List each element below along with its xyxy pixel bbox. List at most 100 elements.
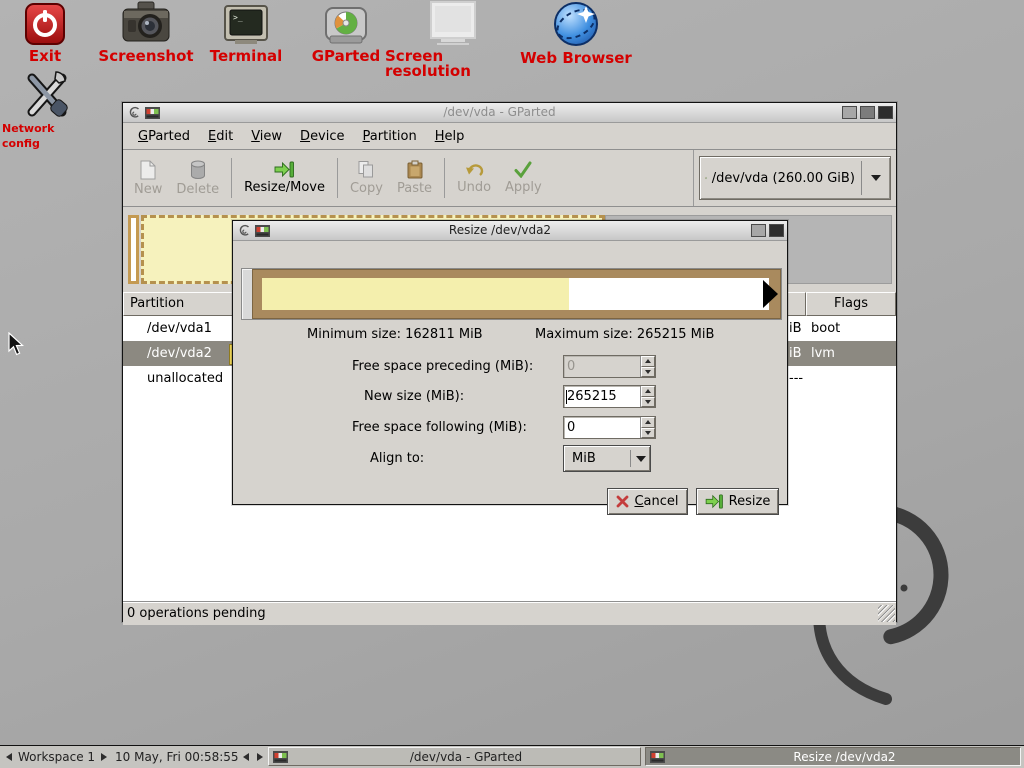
- close-button[interactable]: [878, 106, 893, 119]
- toolbar-separator: [444, 158, 445, 198]
- desktop-icon-screenshot[interactable]: Screenshot: [96, 0, 196, 64]
- hard-drive-icon: [705, 169, 707, 187]
- device-selector[interactable]: /dev/vda (260.00 GiB): [699, 156, 891, 200]
- spin-down-button[interactable]: [641, 367, 655, 378]
- next-window-icon[interactable]: [257, 753, 263, 761]
- dialog-titlebar[interactable]: Resize /dev/vda2: [233, 221, 787, 241]
- partition-name: unallocated: [147, 366, 223, 391]
- dialog-title: Resize /dev/vda2: [273, 221, 727, 240]
- taskbar-item-gparted[interactable]: /dev/vda - GParted: [268, 747, 641, 766]
- menu-help[interactable]: Help: [426, 126, 474, 147]
- resize-grip[interactable]: [878, 605, 895, 622]
- minimize-button[interactable]: [751, 224, 766, 237]
- status-bar: 0 operations pending: [123, 602, 896, 625]
- prev-window-icon[interactable]: [243, 753, 249, 761]
- chevron-down-icon: [871, 175, 881, 181]
- spin-buttons: [640, 356, 655, 377]
- resize-move-button[interactable]: Resize/Move: [237, 150, 332, 206]
- disk-pie-icon: [324, 6, 368, 46]
- camera-icon: [120, 0, 172, 46]
- spin-down-button[interactable]: [641, 428, 655, 439]
- menu-gparted[interactable]: GParted: [129, 126, 199, 147]
- toolbar: New Delete Resize/Move: [123, 150, 896, 207]
- menu-partition[interactable]: Partition: [354, 126, 426, 147]
- desktop-icon-label: Exit: [29, 49, 61, 64]
- minimize-button[interactable]: [842, 106, 857, 119]
- new-size-spinbox[interactable]: [563, 385, 656, 408]
- align-to-value: MiB: [564, 451, 629, 466]
- window-title: /dev/vda - GParted: [163, 103, 836, 122]
- flags-value: boot: [811, 316, 840, 341]
- desktop-icon-label: Screenshot: [98, 49, 193, 64]
- size-fragment: iB: [789, 341, 802, 366]
- desktop-icon-gparted[interactable]: GParted: [302, 6, 390, 64]
- free-space-preceding-label: Free space preceding (MiB):: [352, 359, 533, 374]
- desktop-icon-exit[interactable]: Exit: [6, 2, 84, 64]
- undo-icon: [465, 161, 484, 178]
- desktop-icon-label: Screen resolution: [385, 49, 521, 79]
- taskbar-item-resize-dialog[interactable]: Resize /dev/vda2: [645, 747, 1021, 766]
- spin-up-button[interactable]: [641, 386, 655, 397]
- right-resize-arrow-handle[interactable]: [763, 280, 778, 308]
- spin-buttons: [640, 417, 655, 438]
- free-space-following-spinbox[interactable]: [563, 416, 656, 439]
- gparted-app-icon: [145, 107, 160, 119]
- menu-edit[interactable]: Edit: [199, 126, 242, 147]
- desktop-icon-terminal[interactable]: >_ Terminal: [198, 4, 294, 64]
- workspace-switcher[interactable]: Workspace 1: [6, 746, 107, 767]
- copy-icon: [357, 160, 375, 179]
- mouse-cursor: [8, 332, 28, 358]
- spin-up-button[interactable]: [641, 356, 655, 367]
- dialog-body: Minimum size: 162811 MiB Maximum size: 2…: [233, 241, 787, 505]
- gparted-titlebar[interactable]: /dev/vda - GParted: [123, 103, 896, 123]
- delete-button[interactable]: Delete: [169, 150, 226, 206]
- debian-swirl-icon: [238, 224, 251, 237]
- desktop-icon-label: Terminal: [210, 49, 283, 64]
- free-space-following-input[interactable]: [564, 417, 640, 438]
- paste-button[interactable]: Paste: [390, 150, 439, 206]
- undo-button[interactable]: Undo: [450, 150, 498, 206]
- align-to-label: Align to:: [370, 451, 424, 466]
- desktop-icon-web-browser[interactable]: Web Browser: [513, 0, 639, 66]
- spin-down-button[interactable]: [641, 397, 655, 408]
- taskbar-item-label: /dev/vda - GParted: [292, 750, 640, 764]
- chevron-down-icon: [636, 456, 646, 462]
- resize-button[interactable]: Resize: [696, 488, 779, 515]
- close-button[interactable]: [769, 224, 784, 237]
- maximize-button[interactable]: [860, 106, 875, 119]
- power-icon: [24, 2, 66, 46]
- menu-device[interactable]: Device: [291, 126, 353, 147]
- debian-swirl-icon: [128, 106, 141, 119]
- free-space-preceding-input[interactable]: [564, 356, 640, 377]
- resize-move-icon: [274, 161, 295, 178]
- desktop-icon-screen-resolution[interactable]: Screen resolution: [385, 0, 521, 79]
- resize-slider-widget: [241, 268, 782, 320]
- gparted-app-icon: [255, 225, 270, 237]
- taskbar-clock: 10 May, Fri 00:58:55: [115, 746, 239, 767]
- toolbar-separator: [231, 158, 232, 198]
- device-label: /dev/vda (260.00 GiB): [712, 171, 855, 186]
- apply-button[interactable]: Apply: [498, 150, 549, 206]
- column-header-flags: Flags: [806, 292, 896, 316]
- free-space-preceding-spinbox[interactable]: [563, 355, 656, 378]
- new-button[interactable]: New: [127, 150, 169, 206]
- free-space-following-label: Free space following (MiB):: [352, 420, 527, 435]
- new-size-input[interactable]: [564, 386, 640, 407]
- workspace-prev-icon[interactable]: [6, 753, 12, 761]
- desktop-icon-label: Web Browser: [520, 51, 632, 66]
- toolbar-separator: [337, 158, 338, 198]
- spin-up-button[interactable]: [641, 417, 655, 428]
- partition-name: /dev/vda2: [147, 341, 212, 366]
- menu-view[interactable]: View: [242, 126, 291, 147]
- crt-terminal-icon: >_: [223, 4, 269, 46]
- cancel-button[interactable]: Cancel: [607, 488, 688, 515]
- menubar: GParted Edit View Device Partition Help: [123, 123, 896, 150]
- align-to-dropdown[interactable]: MiB: [563, 445, 651, 472]
- desktop-icon-label: Network config: [2, 121, 92, 151]
- desktop-icon-network-config[interactable]: Network config: [2, 70, 92, 151]
- partition-segment-vda1[interactable]: [128, 215, 139, 284]
- new-size-label: New size (MiB):: [364, 389, 464, 404]
- workspace-next-icon[interactable]: [101, 753, 107, 761]
- copy-button[interactable]: Copy: [343, 150, 390, 206]
- taskbar-item-label: Resize /dev/vda2: [669, 750, 1020, 764]
